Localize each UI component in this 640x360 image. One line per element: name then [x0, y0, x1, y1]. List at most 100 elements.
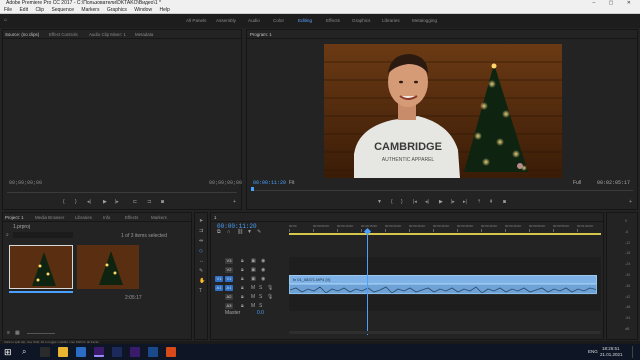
track-label-v2[interactable]: V2 — [225, 267, 233, 273]
photoshop-icon[interactable] — [148, 347, 158, 357]
track-label-a2[interactable]: A2 — [225, 294, 233, 300]
program-add-button-icon[interactable]: + — [629, 200, 632, 205]
show-desktop-button[interactable] — [632, 346, 638, 358]
project-item-sequence[interactable] — [77, 245, 139, 289]
step-forward-icon[interactable]: |▸ — [115, 200, 119, 205]
menu-clip[interactable]: Clip — [35, 7, 44, 13]
task-view-icon[interactable] — [40, 347, 50, 357]
program-quality-select[interactable]: Full — [573, 180, 581, 186]
razor-tool-icon[interactable]: ◇ — [199, 249, 203, 254]
solo-icon[interactable]: S — [259, 295, 262, 300]
linked-selection-icon[interactable]: ⛓ — [237, 230, 243, 235]
menu-file[interactable]: File — [4, 7, 12, 13]
step-back-icon[interactable]: ◂| — [425, 200, 429, 205]
export-frame-icon[interactable]: ◙ — [503, 200, 506, 205]
play-icon[interactable]: ▶ — [439, 200, 443, 205]
go-to-out-icon[interactable]: ▸| — [463, 200, 467, 205]
step-back-icon[interactable]: ◂| — [87, 200, 91, 205]
project-search-input[interactable] — [13, 232, 73, 238]
sync-lock-icon[interactable]: ▣ — [251, 259, 256, 264]
premiere-pro-2-icon[interactable] — [130, 347, 140, 357]
program-playhead[interactable] — [251, 187, 254, 191]
workspace-graphics[interactable]: Graphics — [352, 18, 370, 23]
project-item-clip[interactable] — [9, 245, 73, 289]
solo-icon[interactable]: S — [259, 286, 262, 291]
step-forward-icon[interactable]: |▸ — [451, 200, 455, 205]
workspace-all-panels[interactable]: All Panels — [186, 18, 206, 23]
tab-source[interactable]: Source: (no clips) — [5, 32, 39, 37]
tab-program[interactable]: Program: 1 — [250, 32, 272, 37]
audio-clip[interactable] — [289, 284, 597, 294]
source-patch-a1[interactable]: A1 — [215, 285, 223, 291]
source-scrubber[interactable] — [7, 192, 237, 193]
mark-in-icon[interactable]: { — [391, 200, 393, 205]
menu-sequence[interactable]: Sequence — [51, 7, 74, 13]
export-frame-icon[interactable]: ◙ — [161, 200, 164, 205]
lock-icon[interactable]: 🔒︎ — [241, 268, 244, 273]
source-add-button-icon[interactable]: + — [233, 200, 236, 205]
track-label-v3[interactable]: V3 — [225, 258, 233, 264]
insert-icon[interactable]: ⊏ — [133, 200, 137, 205]
keyboard-language[interactable]: ENG — [588, 349, 598, 354]
premiere-pro-taskbar-icon[interactable] — [94, 347, 104, 357]
mark-out-icon[interactable]: } — [75, 200, 77, 205]
source-patch-v1[interactable]: V1 — [215, 276, 223, 282]
tab-project[interactable]: Project: 1 — [5, 215, 24, 220]
track-label-v1[interactable]: V1 — [225, 276, 233, 282]
workspace-assembly[interactable]: Assembly — [216, 18, 236, 23]
track-select-tool-icon[interactable]: ⇉ — [199, 229, 203, 234]
mute-icon[interactable]: M — [251, 286, 255, 291]
menu-help[interactable]: Help — [159, 7, 169, 13]
tab-sequence-1[interactable]: 1 — [214, 215, 216, 220]
program-scrubber[interactable] — [251, 190, 633, 191]
tab-markers[interactable]: Markers — [151, 215, 167, 220]
work-area-bar[interactable] — [289, 233, 601, 235]
workspace-audio[interactable]: Audio — [248, 18, 260, 23]
overwrite-icon[interactable]: ⊐ — [147, 200, 151, 205]
search-taskbar-icon[interactable]: ⌕ — [22, 347, 32, 357]
play-icon[interactable]: ▶ — [103, 200, 107, 205]
sync-lock-icon[interactable]: ▣ — [251, 277, 256, 282]
workspace-effects[interactable]: Effects — [326, 18, 340, 23]
lock-icon[interactable]: 🔒︎ — [241, 277, 244, 282]
thumbnail-size-slider[interactable] — [27, 333, 55, 334]
nest-icon[interactable]: ⧉ — [217, 230, 221, 235]
workspace-metalogging[interactable]: Metalogging — [412, 18, 437, 23]
taskbar-clock[interactable]: 18:26:51 — [602, 346, 620, 351]
microphone-icon[interactable]: 🎙︎ — [267, 295, 273, 300]
add-marker-icon[interactable]: ▼ — [247, 230, 252, 235]
menu-window[interactable]: Window — [134, 7, 152, 13]
menu-graphics[interactable]: Graphics — [107, 7, 127, 13]
go-to-in-icon[interactable]: |◂ — [413, 200, 417, 205]
program-zoom-select[interactable]: Fit — [289, 180, 295, 186]
settings-wrench-icon[interactable]: ✎ — [257, 230, 261, 235]
hand-tool-icon[interactable]: ✋ — [199, 279, 205, 284]
microphone-icon[interactable]: 🎙︎ — [267, 286, 273, 291]
tab-media-browser[interactable]: Media Browser — [35, 215, 64, 220]
mute-icon[interactable]: M — [251, 295, 255, 300]
timeline-playhead[interactable] — [367, 231, 368, 335]
extract-icon[interactable]: ⇞ — [489, 200, 493, 205]
eye-icon[interactable]: ◉ — [261, 259, 265, 264]
file-explorer-icon[interactable] — [58, 347, 68, 357]
timeline-horizontal-scrollbar[interactable] — [289, 331, 601, 334]
tab-libraries[interactable]: Libraries — [75, 215, 92, 220]
home-icon[interactable]: ⌂ — [4, 18, 7, 23]
pen-tool-icon[interactable]: ✎ — [199, 269, 203, 274]
eye-icon[interactable]: ◉ — [261, 277, 265, 282]
snap-icon[interactable]: ∩ — [227, 230, 231, 235]
lock-icon[interactable]: 🔒︎ — [241, 259, 244, 264]
recorder-icon[interactable] — [166, 347, 176, 357]
tab-info[interactable]: Info — [103, 215, 110, 220]
master-volume[interactable]: 0.0 — [257, 310, 264, 316]
menu-edit[interactable]: Edit — [19, 7, 28, 13]
workspace-color[interactable]: Color — [273, 18, 284, 23]
workspace-editing[interactable]: Editing — [298, 18, 312, 23]
tab-effect-controls[interactable]: Effect Controls — [49, 32, 78, 37]
edge-browser-icon[interactable] — [76, 347, 86, 357]
type-tool-icon[interactable]: T — [199, 289, 202, 294]
lift-icon[interactable]: ⇡ — [477, 200, 481, 205]
list-view-icon[interactable]: ≡ — [7, 331, 10, 336]
time-ruler[interactable]: 00:00 00:00:05:00 00:00:10:00 00:00:15:00 00… — [289, 223, 601, 233]
video-clip[interactable]: fx 01_08371.MP4 [V] — [289, 275, 597, 284]
